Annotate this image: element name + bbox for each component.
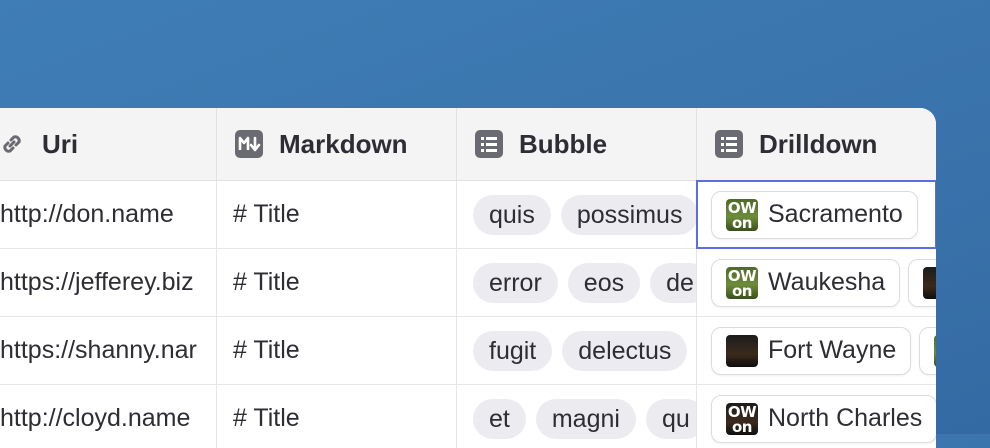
table-row: https://shanny.nar # Title fugit delectu… [0, 317, 936, 385]
column-header-uri[interactable]: Uri [0, 108, 217, 180]
drilldown-chip[interactable]: OW on Waukesha [711, 258, 901, 307]
bubble-cell[interactable]: fugit delectus [457, 317, 697, 384]
uri-value: http://cloyd.name [0, 404, 191, 432]
bubble-chip: de [650, 262, 696, 303]
drilldown-chip[interactable]: OW on North Charles [711, 394, 936, 443]
column-header-label: Uri [42, 128, 79, 159]
markdown-cell[interactable]: # Title [217, 249, 457, 316]
column-header-label: Drilldown [759, 128, 878, 159]
drilldown-label: North Charles [768, 404, 923, 432]
drilldown-cell[interactable]: OW on Sacramento [697, 181, 936, 248]
column-header-markdown[interactable]: Markdown [217, 108, 457, 180]
bubble-chip: quis [473, 194, 551, 235]
markdown-cell[interactable]: # Title [217, 385, 457, 448]
list-icon [475, 130, 503, 158]
markdown-value: # Title [233, 268, 300, 296]
uri-cell[interactable]: https://shanny.nar [0, 317, 217, 384]
grid-header: Uri Markdown Bubble Drilldown [0, 108, 936, 181]
drilldown-chip[interactable] [908, 258, 936, 307]
avatar-text-bottom: on [732, 213, 752, 231]
column-header-label: Bubble [519, 128, 608, 159]
uri-cell[interactable]: https://jefferey.biz [0, 249, 217, 316]
markdown-cell[interactable]: # Title [217, 181, 457, 248]
markdown-cell[interactable]: # Title [217, 317, 457, 384]
column-header-bubble[interactable]: Bubble [457, 108, 697, 180]
link-icon [3, 135, 21, 153]
bubble-chip: fugit [473, 330, 553, 371]
bubble-chip: delectus [562, 330, 688, 371]
bubble-cell[interactable]: error eos de [457, 249, 697, 316]
markdown-value: # Title [233, 200, 300, 228]
bubble-cell[interactable]: quis possimus [457, 181, 697, 248]
bubble-chip: error [473, 262, 558, 303]
uri-value: https://jefferey.biz [0, 268, 194, 296]
column-header-label: Markdown [279, 128, 408, 159]
bubble-cell[interactable]: et magni qu [457, 385, 697, 448]
drilldown-cell[interactable]: OW on Waukesha [697, 249, 936, 316]
uri-value: http://don.name [0, 200, 174, 228]
avatar: OW on [726, 198, 758, 231]
bubble-chip: et [473, 398, 526, 439]
drilldown-cell[interactable]: OW on North Charles [697, 385, 936, 448]
drilldown-chip[interactable] [919, 326, 936, 375]
avatar-text-top: OW [727, 266, 757, 285]
drilldown-chip[interactable]: OW on Sacramento [711, 190, 918, 239]
avatar [726, 334, 758, 367]
table-row: https://jefferey.biz # Title error eos d… [0, 249, 936, 317]
bubble-chip: possimus [560, 194, 696, 235]
column-header-drilldown[interactable]: Drilldown [697, 108, 936, 180]
data-grid: Uri Markdown Bubble Drilldown http://don… [0, 108, 936, 448]
drilldown-label: Fort Wayne [768, 336, 897, 364]
uri-cell[interactable]: http://cloyd.name [0, 385, 217, 448]
drilldown-cell[interactable]: Fort Wayne [697, 317, 936, 384]
avatar-text-bottom: on [732, 281, 752, 299]
markdown-value: # Title [233, 404, 300, 432]
uri-value: https://shanny.nar [0, 336, 197, 364]
uri-cell[interactable]: http://don.name [0, 181, 217, 248]
drilldown-label: Sacramento [768, 200, 903, 228]
bubble-chip: eos [567, 262, 641, 303]
avatar [923, 266, 936, 299]
avatar-text-bottom: on [732, 417, 752, 435]
markdown-value: # Title [233, 336, 300, 364]
drilldown-chip[interactable]: Fort Wayne [711, 326, 912, 375]
bubble-chip: qu [645, 398, 696, 439]
avatar [934, 334, 936, 367]
avatar: OW on [726, 402, 758, 435]
list-icon [715, 130, 743, 158]
markdown-icon [235, 130, 263, 158]
avatar-text-top: OW [727, 402, 757, 421]
table-row: http://don.name # Title quis possimus OW… [0, 181, 936, 249]
avatar-text-top: OW [727, 198, 757, 217]
table-row: http://cloyd.name # Title et magni qu OW… [0, 385, 936, 448]
bubble-chip: magni [535, 398, 636, 439]
drilldown-label: Waukesha [768, 268, 886, 296]
avatar: OW on [726, 266, 758, 299]
